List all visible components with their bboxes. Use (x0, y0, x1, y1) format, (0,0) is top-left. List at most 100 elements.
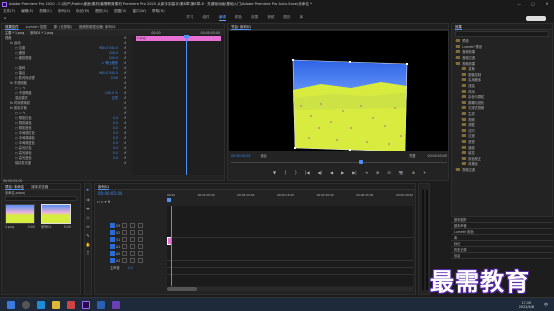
program-viewer[interactable] (229, 31, 448, 154)
selection-tool-icon[interactable]: ▸ (85, 187, 91, 193)
transport-button[interactable]: + (423, 170, 426, 175)
transport-button[interactable]: |◀ (305, 170, 309, 175)
eye-icon[interactable] (138, 258, 144, 263)
workspace-tab[interactable]: 颜色 (235, 15, 242, 21)
ps-icon[interactable] (112, 300, 120, 309)
ec-property-value[interactable]: ✔ 等比缩放 (102, 60, 118, 65)
track-target-button[interactable] (110, 230, 115, 235)
track-select-tool-icon[interactable]: ⇉ (85, 197, 91, 202)
track-target-button[interactable] (110, 237, 115, 242)
ec-property-value[interactable]: 0.0 (113, 121, 118, 125)
ec-property-value[interactable]: 0.0 (113, 66, 118, 70)
workspace-tab[interactable]: 图形 (283, 15, 290, 21)
timeline-ruler[interactable]: 00:00 00:00:05:00 00:00:10:00 00:00:15:00 00… (167, 192, 413, 198)
menu-item[interactable]: 视图(V) (114, 9, 126, 14)
hand-tool-icon[interactable]: ✋ (85, 242, 91, 247)
track-header[interactable]: A1 (110, 243, 165, 250)
maximize-button[interactable]: □ (526, 2, 540, 6)
eye-icon[interactable] (138, 244, 144, 249)
transport-button[interactable]: ▶ (341, 170, 344, 175)
sync-icon[interactable] (130, 237, 136, 242)
transport-button[interactable]: ▶| (352, 170, 356, 175)
ec-property-value[interactable]: 100.0 (109, 51, 118, 55)
reset-icon[interactable]: ↺ (120, 160, 130, 165)
sync-icon[interactable] (130, 223, 136, 228)
track-header[interactable]: V2 (110, 229, 165, 236)
ec-tab[interactable]: 效果控件 (5, 24, 19, 30)
word-icon[interactable] (97, 300, 105, 309)
track-target-button[interactable] (110, 258, 115, 263)
eye-icon[interactable] (138, 237, 144, 242)
program-timecode[interactable]: 00:00:05:00 (231, 154, 250, 158)
program-quality[interactable]: 完整 (409, 153, 415, 158)
track-header[interactable]: A3 (110, 257, 165, 264)
ec-property-value[interactable]: 0.0 (113, 146, 118, 150)
ec-property-value[interactable]: 0.0 (113, 136, 118, 140)
home-icon[interactable]: ⌂ (4, 16, 6, 20)
type-tool-icon[interactable]: T (85, 251, 91, 256)
slip-tool-icon[interactable]: ↔ (85, 224, 91, 229)
project-tab[interactable]: 项目: 未命名 (5, 184, 25, 190)
lock-icon[interactable] (122, 258, 128, 263)
track-target-button[interactable] (110, 251, 115, 256)
project-tab[interactable]: 媒体浏览器 (31, 184, 48, 189)
sync-icon[interactable] (130, 230, 136, 235)
menu-item[interactable]: 窗口(W) (132, 9, 146, 14)
ec-tab[interactable]: 音频剪辑混合器: 序列01 (79, 24, 116, 29)
menu-item[interactable]: 序列(S) (58, 9, 70, 14)
close-button[interactable]: ✕ (540, 2, 554, 6)
project-item[interactable]: 序列01 5:00 (41, 204, 71, 229)
ec-property-value[interactable]: 0.0 (113, 156, 118, 160)
ripple-tool-icon[interactable]: ⇹ (85, 206, 91, 211)
ec-tab[interactable]: Lumetri 范围 (26, 24, 47, 29)
sync-icon[interactable] (130, 251, 136, 256)
menu-item[interactable]: 标记(M) (76, 9, 89, 14)
workspace-tab[interactable]: 库 (300, 15, 304, 21)
menu-item[interactable]: 剪辑(C) (39, 9, 52, 14)
timeline-tab[interactable]: 序列01 (98, 184, 110, 190)
transport-button[interactable]: ▼ (273, 170, 276, 175)
eye-icon[interactable] (138, 223, 144, 228)
transport-button[interactable]: ◀ (330, 170, 333, 175)
timeline-timecode[interactable]: 00:00:05:00 (98, 191, 122, 196)
ec-playhead-handle[interactable] (184, 35, 189, 38)
ec-property-value[interactable]: 0.0 (113, 126, 118, 130)
ec-playhead[interactable] (186, 35, 187, 175)
start-icon[interactable] (7, 300, 15, 309)
workspace-tab[interactable]: 学习 (186, 15, 193, 21)
transport-button[interactable]: ⊟ (387, 170, 390, 175)
ec-property-value[interactable]: 100.0 (109, 56, 118, 60)
lock-icon[interactable] (122, 244, 128, 249)
track-header[interactable]: V1 (110, 236, 165, 243)
ec-property-value[interactable]: 960.0 540.0 (99, 71, 118, 75)
track-area[interactable] (167, 206, 413, 286)
effects-folder[interactable]: ›视频过渡 (455, 167, 552, 173)
eye-icon[interactable] (138, 251, 144, 256)
premiere-taskbar-icon[interactable] (82, 300, 90, 309)
ec-property-value[interactable]: 960.0 540.0 (99, 46, 118, 50)
menu-item[interactable]: 文件(F) (3, 9, 15, 14)
workspace-tab[interactable]: 效果 (251, 15, 258, 21)
ec-keyframe-area[interactable]: 1.png (132, 35, 224, 175)
pen-tool-icon[interactable]: ✎ (85, 233, 91, 238)
track-target-button[interactable] (110, 223, 115, 228)
track-header[interactable]: V3 (110, 222, 165, 229)
menu-item[interactable]: 编辑(E) (21, 9, 33, 14)
transport-button[interactable]: ◀| (318, 170, 322, 175)
explorer-icon[interactable] (52, 300, 60, 309)
timeline-playhead[interactable] (171, 206, 172, 286)
transport-button[interactable]: { (284, 170, 287, 175)
effects-search[interactable] (455, 31, 549, 37)
linked-icon[interactable]: ∞ (101, 200, 104, 204)
clock[interactable]: 17:20 2022/4/8 (519, 301, 534, 309)
transport-button[interactable]: ⇥ (365, 170, 368, 175)
workspace-tab[interactable]: 音频 (267, 15, 274, 21)
ec-tab[interactable]: 源: (无剪辑) (53, 24, 71, 29)
ec-property-value[interactable]: 0.00 (111, 76, 118, 80)
ec-property-value[interactable]: 0.0 (113, 116, 118, 120)
app-icon[interactable] (67, 300, 75, 309)
search-icon[interactable] (22, 300, 30, 309)
workspace-tab[interactable]: 编辑 (218, 15, 226, 21)
panel-collapsed-label[interactable]: 信息 (451, 253, 553, 259)
workspace-search[interactable] (526, 15, 546, 21)
